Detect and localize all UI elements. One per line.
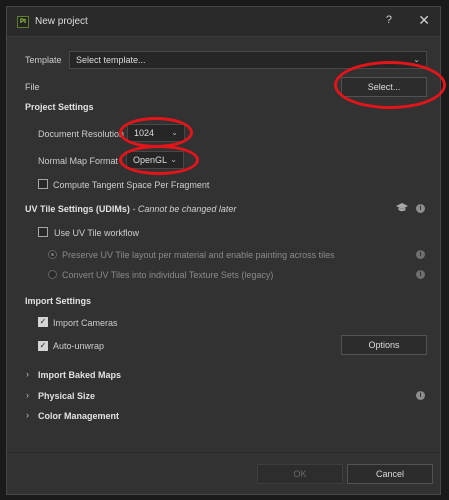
- uv-tile-heading: UV Tile Settings (UDIMs) - Cannot be cha…: [25, 204, 236, 214]
- import-cameras-checkbox[interactable]: ✓: [38, 317, 48, 327]
- template-label: Template: [25, 55, 62, 65]
- normal-map-format-label: Normal Map Format: [38, 156, 119, 166]
- chevron-right-icon[interactable]: ›: [26, 390, 29, 400]
- preserve-uv-label: Preserve UV Tile layout per material and…: [62, 250, 335, 260]
- import-cameras-label: Import Cameras: [53, 318, 118, 328]
- info-icon[interactable]: i: [416, 250, 425, 259]
- annotation-circle-file: [334, 61, 446, 109]
- cancel-button[interactable]: Cancel: [347, 464, 433, 484]
- preserve-uv-radio[interactable]: [48, 250, 57, 259]
- uv-tile-title: UV Tile Settings (UDIMs): [25, 204, 130, 214]
- auto-unwrap-label: Auto-unwrap: [53, 341, 105, 351]
- color-management-toggle[interactable]: Color Management: [38, 411, 119, 421]
- annotation-circle-normal-map: [119, 145, 199, 175]
- title-bar: Pt New project ? ✕: [7, 7, 440, 37]
- file-label: File: [25, 82, 40, 92]
- template-value: Select template...: [76, 55, 146, 65]
- import-settings-heading: Import Settings: [25, 296, 92, 306]
- document-resolution-label: Document Resolution: [38, 129, 125, 139]
- tangent-space-checkbox[interactable]: [38, 179, 48, 189]
- project-settings-heading: Project Settings: [25, 102, 94, 112]
- tangent-space-label: Compute Tangent Space Per Fragment: [53, 180, 210, 190]
- info-icon[interactable]: i: [416, 391, 425, 400]
- annotation-circle-resolution: [119, 117, 193, 148]
- physical-size-toggle[interactable]: Physical Size: [38, 391, 95, 401]
- chevron-right-icon[interactable]: ›: [26, 410, 29, 420]
- info-icon[interactable]: i: [416, 270, 425, 279]
- dialog-title: New project: [35, 16, 88, 27]
- auto-unwrap-checkbox[interactable]: ✓: [38, 341, 48, 351]
- options-button[interactable]: Options: [341, 335, 427, 355]
- close-button[interactable]: ✕: [418, 12, 430, 29]
- new-project-dialog: Pt New project ? ✕ Template Select templ…: [6, 6, 446, 495]
- import-baked-maps-toggle[interactable]: Import Baked Maps: [38, 370, 121, 380]
- uv-tile-workflow-label: Use UV Tile workflow: [54, 228, 140, 238]
- convert-uv-label: Convert UV Tiles into individual Texture…: [62, 270, 274, 280]
- convert-uv-radio[interactable]: [48, 270, 57, 279]
- chevron-right-icon[interactable]: ›: [26, 369, 29, 379]
- help-button[interactable]: ?: [386, 14, 392, 26]
- app-logo-icon: Pt: [17, 16, 29, 28]
- uv-tile-workflow-checkbox[interactable]: [38, 227, 48, 237]
- ok-button[interactable]: OK: [257, 464, 343, 484]
- info-icon[interactable]: i: [416, 204, 425, 213]
- uv-tile-note: - Cannot be changed later: [129, 204, 237, 214]
- footer-divider: [7, 452, 440, 453]
- graduation-cap-icon[interactable]: [396, 203, 408, 213]
